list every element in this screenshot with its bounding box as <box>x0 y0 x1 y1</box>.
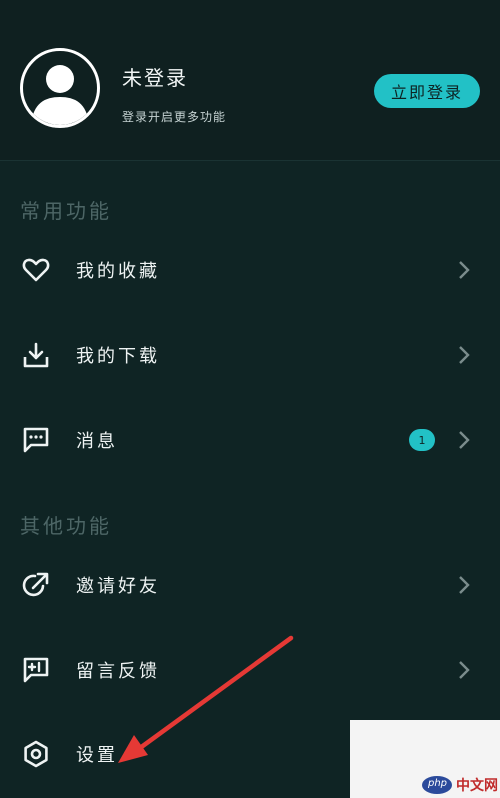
menu-item-invite[interactable]: 邀请好友 <box>0 557 500 613</box>
menu-item-label: 我的下载 <box>76 346 160 367</box>
login-button[interactable]: 立即登录 <box>374 74 480 108</box>
message-icon <box>20 424 52 456</box>
unread-badge: 1 <box>409 429 435 451</box>
menu-item-label: 留言反馈 <box>76 661 160 682</box>
watermark-logo: php <box>422 776 452 794</box>
section-title-common: 常用功能 <box>20 199 112 223</box>
watermark-logo-text: php <box>428 778 448 789</box>
chevron-right-icon <box>459 261 470 279</box>
share-icon <box>20 569 52 601</box>
menu-item-favorites[interactable]: 我的收藏 <box>0 242 500 298</box>
user-subtitle: 登录开启更多功能 <box>122 110 227 124</box>
menu-item-label: 设置 <box>76 745 118 766</box>
header-divider <box>0 160 500 161</box>
avatar[interactable] <box>20 48 100 128</box>
menu-item-label: 邀请好友 <box>76 576 160 597</box>
menu-item-downloads[interactable]: 我的下载 <box>0 327 500 383</box>
watermark: php 中文网 <box>350 720 500 798</box>
section-title-other: 其他功能 <box>20 514 112 538</box>
feedback-icon <box>20 654 52 686</box>
download-icon <box>20 339 52 371</box>
menu-item-label: 消息 <box>76 431 118 452</box>
chevron-right-icon <box>459 576 470 594</box>
side-menu: 未登录 登录开启更多功能 立即登录 常用功能 我的收藏 我的下载 消息 1 其他… <box>0 0 500 798</box>
heart-icon <box>20 254 52 286</box>
menu-item-feedback[interactable]: 留言反馈 <box>0 642 500 698</box>
chevron-right-icon <box>459 346 470 364</box>
gear-icon <box>20 738 52 770</box>
menu-item-messages[interactable]: 消息 1 <box>0 412 500 468</box>
user-icon <box>31 65 89 125</box>
profile-header: 未登录 登录开启更多功能 立即登录 <box>0 0 500 160</box>
watermark-site-text: 中文网 <box>456 778 498 794</box>
user-name: 未登录 <box>122 66 188 90</box>
menu-item-label: 我的收藏 <box>76 261 160 282</box>
chevron-right-icon <box>459 431 470 449</box>
chevron-right-icon <box>459 661 470 679</box>
